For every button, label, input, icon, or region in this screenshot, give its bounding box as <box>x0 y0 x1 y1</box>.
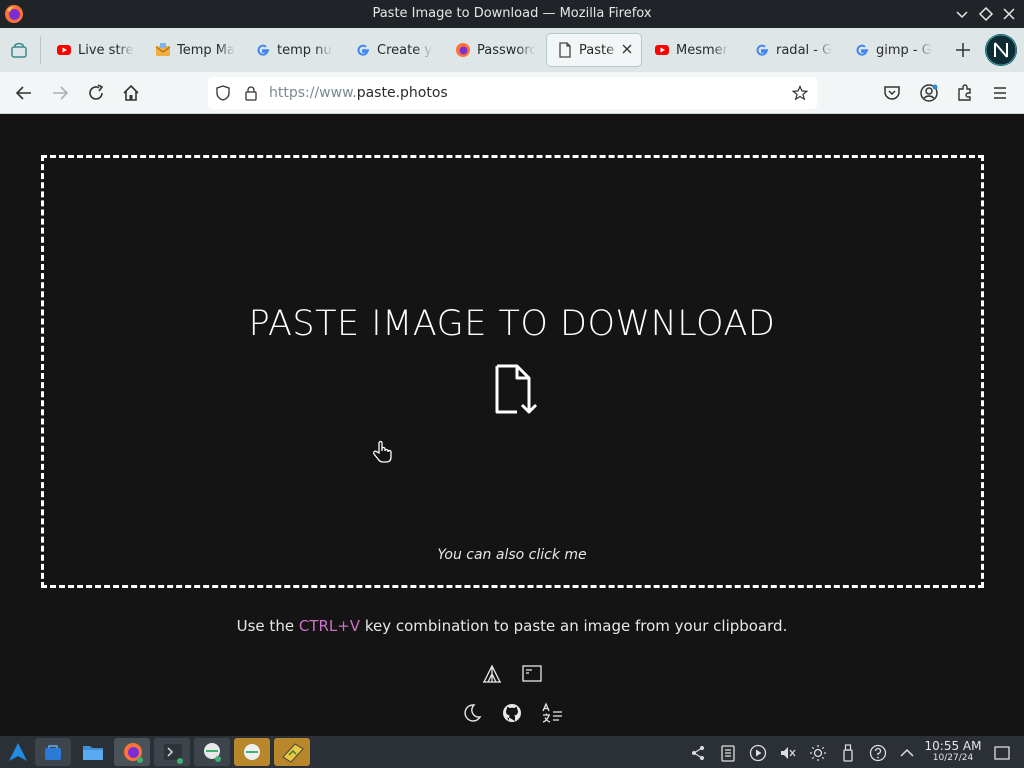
taskbar: 10:55 AM 10/27/24 <box>0 736 1024 768</box>
shopping-bag-icon <box>45 745 61 760</box>
page-headline: PASTE IMAGE TO DOWNLOAD <box>248 304 776 344</box>
google-icon <box>357 44 369 56</box>
folder-icon <box>83 746 103 760</box>
moon-icon[interactable] <box>461 702 483 724</box>
github-icon[interactable] <box>501 702 523 724</box>
taskbar-app-messenger[interactable] <box>194 738 230 766</box>
instructions-pre: Use the <box>236 617 299 635</box>
help-icon[interactable] <box>869 744 887 762</box>
taskbar-app-terminal[interactable] <box>154 738 190 766</box>
tab-label: radal - G <box>776 42 833 58</box>
taskbar-clock[interactable]: 10:55 AM 10/27/24 <box>922 739 984 763</box>
terminal-icon <box>164 744 183 764</box>
profile-avatar-icon <box>985 34 1017 66</box>
tab-gimp[interactable]: gimp - G <box>854 34 934 66</box>
key-combination: CTRL+V <box>298 617 361 635</box>
clock-date: 10/27/24 <box>932 753 974 763</box>
new-tab-plus-icon[interactable] <box>953 40 973 60</box>
close-tab-icon[interactable] <box>619 41 635 57</box>
tab-label: Paste I <box>579 42 619 58</box>
close-window-icon[interactable] <box>1000 5 1018 23</box>
youtube-icon <box>655 45 669 55</box>
tab-temp-mail[interactable]: Temp Ma <box>155 34 235 66</box>
hand-cursor-icon <box>373 440 392 463</box>
window-titlebar: Paste Image to Download — Mozilla Firefo… <box>0 0 1024 28</box>
tab-divider <box>40 36 41 64</box>
tab-mesmer[interactable]: Mesmer <box>654 34 734 66</box>
tracking-protection-shield-icon[interactable] <box>215 85 231 101</box>
volume-muted-icon[interactable] <box>779 744 797 762</box>
taskbar-app-file-manager[interactable] <box>35 738 71 766</box>
taskbar-app-firefox[interactable] <box>114 738 150 766</box>
back-arrow-icon[interactable] <box>14 83 34 103</box>
firefox-view-icon[interactable] <box>10 41 28 59</box>
youtube-icon <box>57 45 71 55</box>
clock-time: 10:55 AM <box>924 739 982 753</box>
google-icon <box>756 44 768 56</box>
app-launcher-icon[interactable] <box>7 741 29 763</box>
minimize-icon[interactable] <box>953 5 971 23</box>
tab-label: Temp Ma <box>177 42 235 58</box>
show-desktop-icon[interactable] <box>993 744 1011 762</box>
chat-app-icon <box>244 744 260 760</box>
tab-label: Live stre <box>78 42 134 58</box>
profile-avatar[interactable] <box>985 34 1017 66</box>
click-hint-text[interactable]: You can also click me <box>0 547 1024 563</box>
page-content: PASTE IMAGE TO DOWNLOAD You can also cli… <box>0 114 1024 736</box>
tab-temp-number[interactable]: temp nu <box>255 34 335 66</box>
url-protocol: https://www. <box>269 85 357 101</box>
firefox-icon <box>456 43 470 57</box>
usb-drive-icon[interactable] <box>839 744 857 762</box>
tab-passwords[interactable]: Passworc <box>455 34 535 66</box>
bookmark-star-icon[interactable] <box>792 85 808 101</box>
account-icon[interactable] <box>919 83 939 103</box>
instructions-text: Use the CTRL+V key combination to paste … <box>0 617 1024 635</box>
navigation-bar: https://www.paste.photos <box>0 72 1024 114</box>
extensions-puzzle-icon[interactable] <box>955 83 975 103</box>
tab-live-stream[interactable]: Live stre <box>56 34 134 66</box>
camp-icon[interactable] <box>481 663 503 685</box>
tab-label: Passworc <box>477 42 535 58</box>
mail-icon <box>155 43 171 56</box>
translate-icon[interactable] <box>541 702 563 724</box>
page-icon <box>559 42 571 58</box>
home-icon[interactable] <box>121 83 141 103</box>
google-icon <box>856 44 868 56</box>
tab-radal[interactable]: radal - G <box>754 34 834 66</box>
brightness-icon[interactable] <box>809 744 827 762</box>
lock-icon[interactable] <box>243 85 259 101</box>
tab-paste-image[interactable]: Paste I <box>547 34 641 66</box>
maximize-icon[interactable] <box>977 5 995 23</box>
instructions-post: key combination to paste an image from y… <box>360 617 788 635</box>
taskbar-app-folder[interactable] <box>75 738 111 766</box>
chat-app-icon <box>204 743 221 762</box>
taskbar-app-image-viewer[interactable] <box>274 738 310 766</box>
url-bar[interactable]: https://www.paste.photos <box>208 77 817 109</box>
forward-arrow-icon[interactable] <box>50 83 70 103</box>
tab-label: gimp - G <box>876 42 932 58</box>
window-title: Paste Image to Download — Mozilla Firefo… <box>372 6 652 21</box>
media-play-icon[interactable] <box>749 744 767 762</box>
pocket-icon[interactable] <box>882 83 902 103</box>
firefox-icon <box>124 743 143 763</box>
taskbar-app-messenger-active[interactable] <box>234 738 270 766</box>
tab-label: Mesmer <box>676 42 728 58</box>
clipboard-icon[interactable] <box>719 744 737 762</box>
google-icon <box>257 44 269 56</box>
menu-hamburger-icon[interactable] <box>990 83 1010 103</box>
window-icon[interactable] <box>521 663 543 685</box>
tray-expand-chevron-icon[interactable] <box>898 744 916 762</box>
network-share-icon[interactable] <box>689 744 707 762</box>
file-download-icon <box>495 364 538 414</box>
tab-label: Create y <box>377 42 433 58</box>
tab-label: temp nu <box>277 42 332 58</box>
tab-strip: Live stre Temp Ma temp nu Create y Passw… <box>0 28 1024 72</box>
tab-create[interactable]: Create y <box>355 34 435 66</box>
reload-icon[interactable] <box>86 83 106 103</box>
url-text[interactable]: https://www.paste.photos <box>269 85 448 101</box>
url-host: paste.photos <box>356 85 448 101</box>
image-viewer-icon <box>282 743 304 763</box>
